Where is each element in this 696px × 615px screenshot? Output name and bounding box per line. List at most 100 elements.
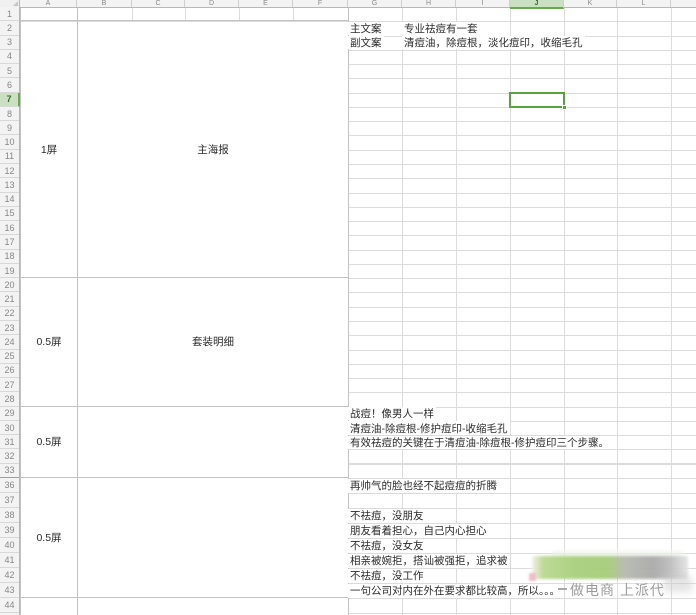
cell-G30[interactable]: 清痘油-除痘根-修护痘印-收缩毛孔: [348, 421, 510, 434]
select-all-triangle-icon: [13, 1, 18, 6]
row-header-25[interactable]: 25: [0, 350, 19, 364]
content-label-2: 套装明细: [78, 278, 348, 405]
merged-screen-cell-2[interactable]: 0.5屏: [20, 277, 78, 406]
cell-G43[interactable]: 一句公司对内在外在要求都比较高，所以。。。: [348, 584, 562, 598]
row-header-23[interactable]: 23: [0, 321, 19, 335]
watermark-gray-smudge: [664, 576, 692, 592]
row-header-4[interactable]: 4: [0, 50, 19, 64]
row-header-30[interactable]: 30: [0, 421, 19, 435]
cell-G40[interactable]: 不祛痘，没女友: [348, 539, 426, 553]
row-header-31[interactable]: 31: [0, 435, 19, 449]
row-header-28[interactable]: 28: [0, 392, 19, 406]
row-header-13[interactable]: 13: [0, 178, 19, 192]
row-header-26[interactable]: 26: [0, 364, 19, 378]
row-header-40[interactable]: 40: [0, 538, 19, 553]
row-header-15[interactable]: 15: [0, 207, 19, 221]
row-header-2[interactable]: 2: [0, 21, 19, 35]
content-label-1: 主海报: [78, 21, 348, 277]
row-header-20[interactable]: 20: [0, 278, 19, 292]
merged-screen-cell-3[interactable]: 0.5屏: [20, 406, 78, 478]
row-header-18[interactable]: 18: [0, 250, 19, 264]
column-header-E[interactable]: E: [239, 0, 293, 7]
row-header-36[interactable]: 36: [0, 478, 19, 493]
cell-G29[interactable]: 战痘！像男人一样: [348, 407, 436, 420]
gridline: [348, 21, 696, 22]
row-header-14[interactable]: 14: [0, 193, 19, 207]
gridline: [348, 613, 696, 614]
cell-H2[interactable]: 专业祛痘有一套: [402, 22, 480, 35]
row-header-strip: 1234567891011121314151617181920212223242…: [0, 8, 20, 615]
column-header-K[interactable]: K: [564, 0, 617, 7]
row-header-10[interactable]: 10: [0, 135, 19, 149]
column-header-G[interactable]: G: [348, 0, 402, 7]
row-header-8[interactable]: 8: [0, 107, 19, 121]
column-header-L[interactable]: L: [617, 0, 671, 7]
column-header-H[interactable]: H: [402, 0, 456, 7]
selection-box[interactable]: [509, 92, 565, 108]
gridline: [348, 364, 696, 365]
screen-label-1: 1屏: [21, 21, 77, 277]
gridline: [348, 264, 696, 265]
row-header-24[interactable]: 24: [0, 335, 19, 349]
fill-handle[interactable]: [562, 105, 567, 110]
row-header-11[interactable]: 11: [0, 150, 19, 164]
row-header-16[interactable]: 16: [0, 221, 19, 235]
cell-G41[interactable]: 相亲被婉拒，搭讪被强拒，追求被: [348, 554, 510, 568]
gridline: [348, 392, 696, 393]
row-header-17[interactable]: 17: [0, 235, 19, 249]
gridline: [348, 235, 696, 236]
row-header-42[interactable]: 42: [0, 568, 19, 583]
cell-G2[interactable]: 主文案: [348, 22, 384, 35]
row-header-1[interactable]: 1: [0, 7, 19, 21]
cell-G38[interactable]: 不祛痘，没朋友: [348, 509, 426, 523]
gridline: [348, 307, 696, 308]
row-header-38[interactable]: 38: [0, 508, 19, 523]
gridline: [671, 7, 672, 615]
row-header-7[interactable]: 7: [0, 93, 20, 107]
row-header-5[interactable]: 5: [0, 64, 19, 78]
cell-G39[interactable]: 朋友看着担心，自己内心担心: [348, 524, 489, 538]
merged-screen-cell-4[interactable]: 0.5屏: [20, 477, 78, 598]
gridline: [348, 150, 696, 151]
row-header-33[interactable]: 33: [0, 464, 19, 478]
merged-content-cell-4[interactable]: [77, 477, 349, 598]
select-all-corner[interactable]: [0, 0, 20, 8]
column-header-I[interactable]: I: [456, 0, 510, 7]
row-header-22[interactable]: 22: [0, 307, 19, 321]
column-header-D[interactable]: D: [185, 0, 239, 7]
row-header-29[interactable]: 29: [0, 407, 19, 421]
row-header-19[interactable]: 19: [0, 264, 19, 278]
cell-G31[interactable]: 有效祛痘的关键在于清痘油-除痘根-修护痘印三个步骤。: [348, 436, 611, 449]
column-header-B[interactable]: B: [77, 0, 132, 7]
row-header-27[interactable]: 27: [0, 378, 19, 392]
gridline: [348, 250, 696, 251]
row-header-39[interactable]: 39: [0, 523, 19, 538]
row-header-37[interactable]: 37: [0, 493, 19, 508]
row-header-32[interactable]: 32: [0, 449, 19, 463]
merged-content-cell-2[interactable]: 套装明细: [77, 277, 349, 406]
screen-label-4: 0.5屏: [21, 478, 77, 597]
column-header-partial[interactable]: [671, 0, 696, 7]
row-header-9[interactable]: 9: [0, 121, 19, 135]
column-header-F[interactable]: F: [293, 0, 348, 7]
merged-content-cell-3[interactable]: [77, 406, 349, 478]
row-header-44[interactable]: 44: [0, 598, 19, 613]
gridline: [348, 292, 696, 293]
cell-H3[interactable]: 清痘油，除痘根，淡化痘印，收缩毛孔: [402, 36, 585, 49]
column-header-A[interactable]: A: [20, 0, 77, 7]
row-header-3[interactable]: 3: [0, 36, 19, 50]
column-header-J[interactable]: J: [510, 0, 564, 9]
gridline: [348, 350, 696, 351]
gridline: [348, 178, 696, 179]
cell-G36[interactable]: 再帅气的脸也经不起痘痘的折腾: [348, 479, 499, 493]
row-header-6[interactable]: 6: [0, 78, 19, 92]
row-header-21[interactable]: 21: [0, 292, 19, 306]
row-header-41[interactable]: 41: [0, 553, 19, 568]
cell-G42[interactable]: 不祛痘，没工作: [348, 569, 426, 583]
row-header-12[interactable]: 12: [0, 164, 19, 178]
row-header-43[interactable]: 43: [0, 583, 19, 598]
cell-G3[interactable]: 副文案: [348, 36, 384, 49]
merged-content-cell-1[interactable]: 主海报: [77, 20, 349, 278]
column-header-C[interactable]: C: [132, 0, 185, 7]
merged-screen-cell-1[interactable]: 1屏: [20, 20, 78, 278]
